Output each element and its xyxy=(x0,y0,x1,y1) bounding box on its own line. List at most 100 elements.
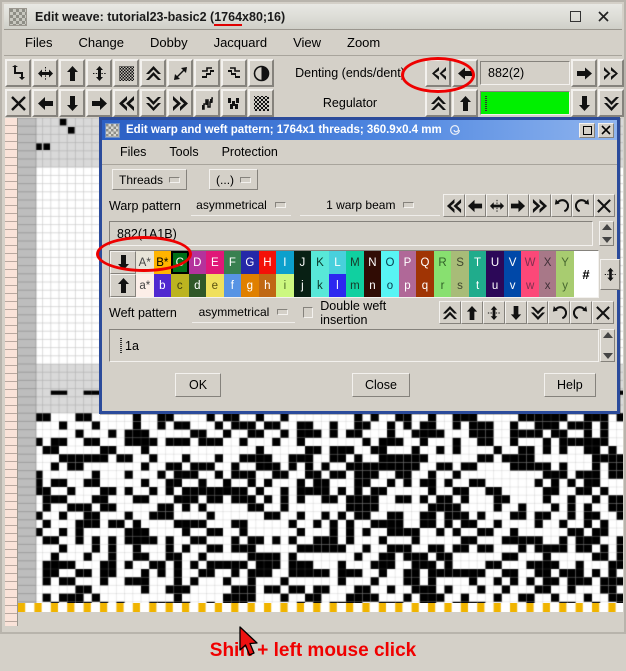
weft-undo-button[interactable] xyxy=(548,301,571,324)
close-button[interactable] xyxy=(596,10,610,24)
scroll-down-icon[interactable] xyxy=(601,237,612,243)
palette-swatch-Bstar[interactable]: B* xyxy=(153,251,172,274)
maximize-button[interactable] xyxy=(568,10,582,24)
double-arrow-up-icon[interactable] xyxy=(140,59,166,87)
weft-symmetry-dropdown[interactable]: asymmetrical xyxy=(192,302,295,323)
warp-pattern-value-field[interactable]: 882(1A1B) xyxy=(109,221,593,246)
weft-mirror-button[interactable] xyxy=(482,301,505,324)
palette-swatch-astar[interactable]: a* xyxy=(136,274,154,297)
contrast-icon[interactable] xyxy=(248,59,274,87)
palette-swatch-V[interactable]: V xyxy=(503,251,522,274)
vertical-stretch-icon[interactable] xyxy=(86,59,112,87)
palette-swatch-s[interactable]: s xyxy=(451,274,469,297)
palette-swatch-o[interactable]: o xyxy=(381,274,399,297)
warp-redo-button[interactable] xyxy=(572,194,594,217)
double-arrow-left-icon[interactable] xyxy=(113,89,139,117)
denting-prev-button[interactable] xyxy=(452,59,478,87)
palette-lower-row[interactable]: a* b c d e f g h i j k l m n o p q r s t u v w x y xyxy=(136,274,574,297)
palette-swatch-D[interactable]: D xyxy=(188,251,207,274)
palette-swatch-k[interactable]: k xyxy=(311,274,329,297)
palette-swatch-y[interactable]: y xyxy=(556,274,574,297)
arrow-down-icon[interactable] xyxy=(59,89,85,117)
twill2-icon[interactable] xyxy=(221,89,247,117)
weft-prev-button[interactable] xyxy=(461,301,483,324)
palette-swatch-v[interactable]: v xyxy=(503,274,522,297)
palette-swatch-I[interactable]: I xyxy=(276,251,294,274)
palette-swatch-i[interactable]: i xyxy=(276,274,294,297)
pattern-entry-field[interactable]: 1a xyxy=(109,329,599,362)
double-weft-checkbox[interactable] xyxy=(302,307,314,318)
palette-swatch-q[interactable]: q xyxy=(416,274,434,297)
palette-swatch-x[interactable]: x xyxy=(538,274,557,297)
menu-change[interactable]: Change xyxy=(67,33,135,52)
warp-prev-button[interactable] xyxy=(464,194,487,217)
palette-hash-label[interactable]: # xyxy=(574,251,598,297)
palette-swatch-G[interactable]: G xyxy=(241,251,259,274)
entry-field-scrollbar[interactable] xyxy=(600,329,615,362)
palette-swatch-c[interactable]: c xyxy=(171,274,189,297)
palette-swatch-W[interactable]: W xyxy=(521,251,539,274)
warp-mirror-button[interactable] xyxy=(486,194,508,217)
regulator-prev-button[interactable] xyxy=(452,89,478,117)
shift-steps2-icon[interactable] xyxy=(221,59,247,87)
threads-dropdown[interactable]: Threads xyxy=(112,169,188,190)
palette-swatch-Q[interactable]: Q xyxy=(416,251,434,274)
warp-clear-button[interactable] xyxy=(593,194,616,217)
regulator-first-button[interactable] xyxy=(425,89,451,117)
palette-swatch-Y[interactable]: Y xyxy=(556,251,574,274)
regulator-next-button[interactable] xyxy=(571,89,597,117)
palette-swatch-X[interactable]: X xyxy=(538,251,557,274)
palette-swatch-u[interactable]: u xyxy=(486,274,504,297)
noise-icon[interactable] xyxy=(248,89,274,117)
palette-swatch-b[interactable]: b xyxy=(153,274,172,297)
double-weft-checkbox-row[interactable]: Double weft insertion xyxy=(302,299,430,327)
regulator-last-button[interactable] xyxy=(598,89,624,117)
palette-swatch-p[interactable]: p xyxy=(398,274,417,297)
palette-swatch-t[interactable]: t xyxy=(468,274,487,297)
scroll-down-icon[interactable] xyxy=(602,353,613,359)
horizontal-flip-icon[interactable] xyxy=(32,59,58,87)
palette-swatch-e[interactable]: e xyxy=(206,274,224,297)
arrow-right-icon[interactable] xyxy=(86,89,112,117)
palette-swatch-w[interactable]: w xyxy=(521,274,539,297)
palette-swatch-H[interactable]: H xyxy=(258,251,277,274)
palette-swatch-L[interactable]: L xyxy=(328,251,347,274)
dialog-menu-files[interactable]: Files xyxy=(111,143,155,161)
warp-last-button[interactable] xyxy=(529,194,551,217)
denting-next-button[interactable] xyxy=(571,59,597,87)
palette-warp-down-button[interactable] xyxy=(110,251,136,274)
palette-swatch-C[interactable]: C xyxy=(171,251,189,274)
palette-swatch-F[interactable]: F xyxy=(223,251,242,274)
diagonal-arrows-icon[interactable] xyxy=(167,59,193,87)
palette-swatch-m[interactable]: m xyxy=(346,274,364,297)
ellipsis-dropdown[interactable]: (...) xyxy=(209,169,259,190)
menu-zoom[interactable]: Zoom xyxy=(336,33,391,52)
menu-jacquard[interactable]: Jacquard xyxy=(203,33,278,52)
dialog-close-button[interactable] xyxy=(598,122,614,138)
denting-last-button[interactable] xyxy=(598,59,624,87)
palette-swatch-S[interactable]: S xyxy=(451,251,469,274)
palette-swatch-N[interactable]: N xyxy=(363,251,382,274)
weft-last-button[interactable] xyxy=(526,301,549,324)
palette-swatch-E[interactable]: E xyxy=(206,251,224,274)
palette-swatch-l[interactable]: l xyxy=(328,274,347,297)
pattern-field-scrollbar[interactable] xyxy=(599,221,614,246)
palette-resize-button[interactable] xyxy=(600,259,620,290)
palette-swatch-U[interactable]: U xyxy=(486,251,504,274)
palette-weft-up-button[interactable] xyxy=(110,274,136,297)
close-x-icon[interactable] xyxy=(5,89,31,117)
scroll-up-icon[interactable] xyxy=(602,332,613,338)
menu-files[interactable]: Files xyxy=(14,33,63,52)
palette-swatch-n[interactable]: n xyxy=(363,274,382,297)
palette-swatch-Astar[interactable]: A* xyxy=(136,251,154,274)
regulator-value-field[interactable] xyxy=(480,91,570,115)
palette-swatch-h[interactable]: h xyxy=(258,274,277,297)
palette-swatch-O[interactable]: O xyxy=(381,251,399,274)
warp-symmetry-dropdown[interactable]: asymmetrical xyxy=(190,195,292,216)
menu-view[interactable]: View xyxy=(282,33,332,52)
denting-value-field[interactable]: 882(2) xyxy=(480,61,570,85)
help-button[interactable]: Help xyxy=(543,373,596,397)
warp-beam-dropdown[interactable]: 1 warp beam xyxy=(300,195,441,216)
palette-upper-row[interactable]: A* B* C D E F G H I J K L M N O P Q R S T U V W X Y xyxy=(136,251,574,274)
dialog-menu-protection[interactable]: Protection xyxy=(213,143,287,161)
